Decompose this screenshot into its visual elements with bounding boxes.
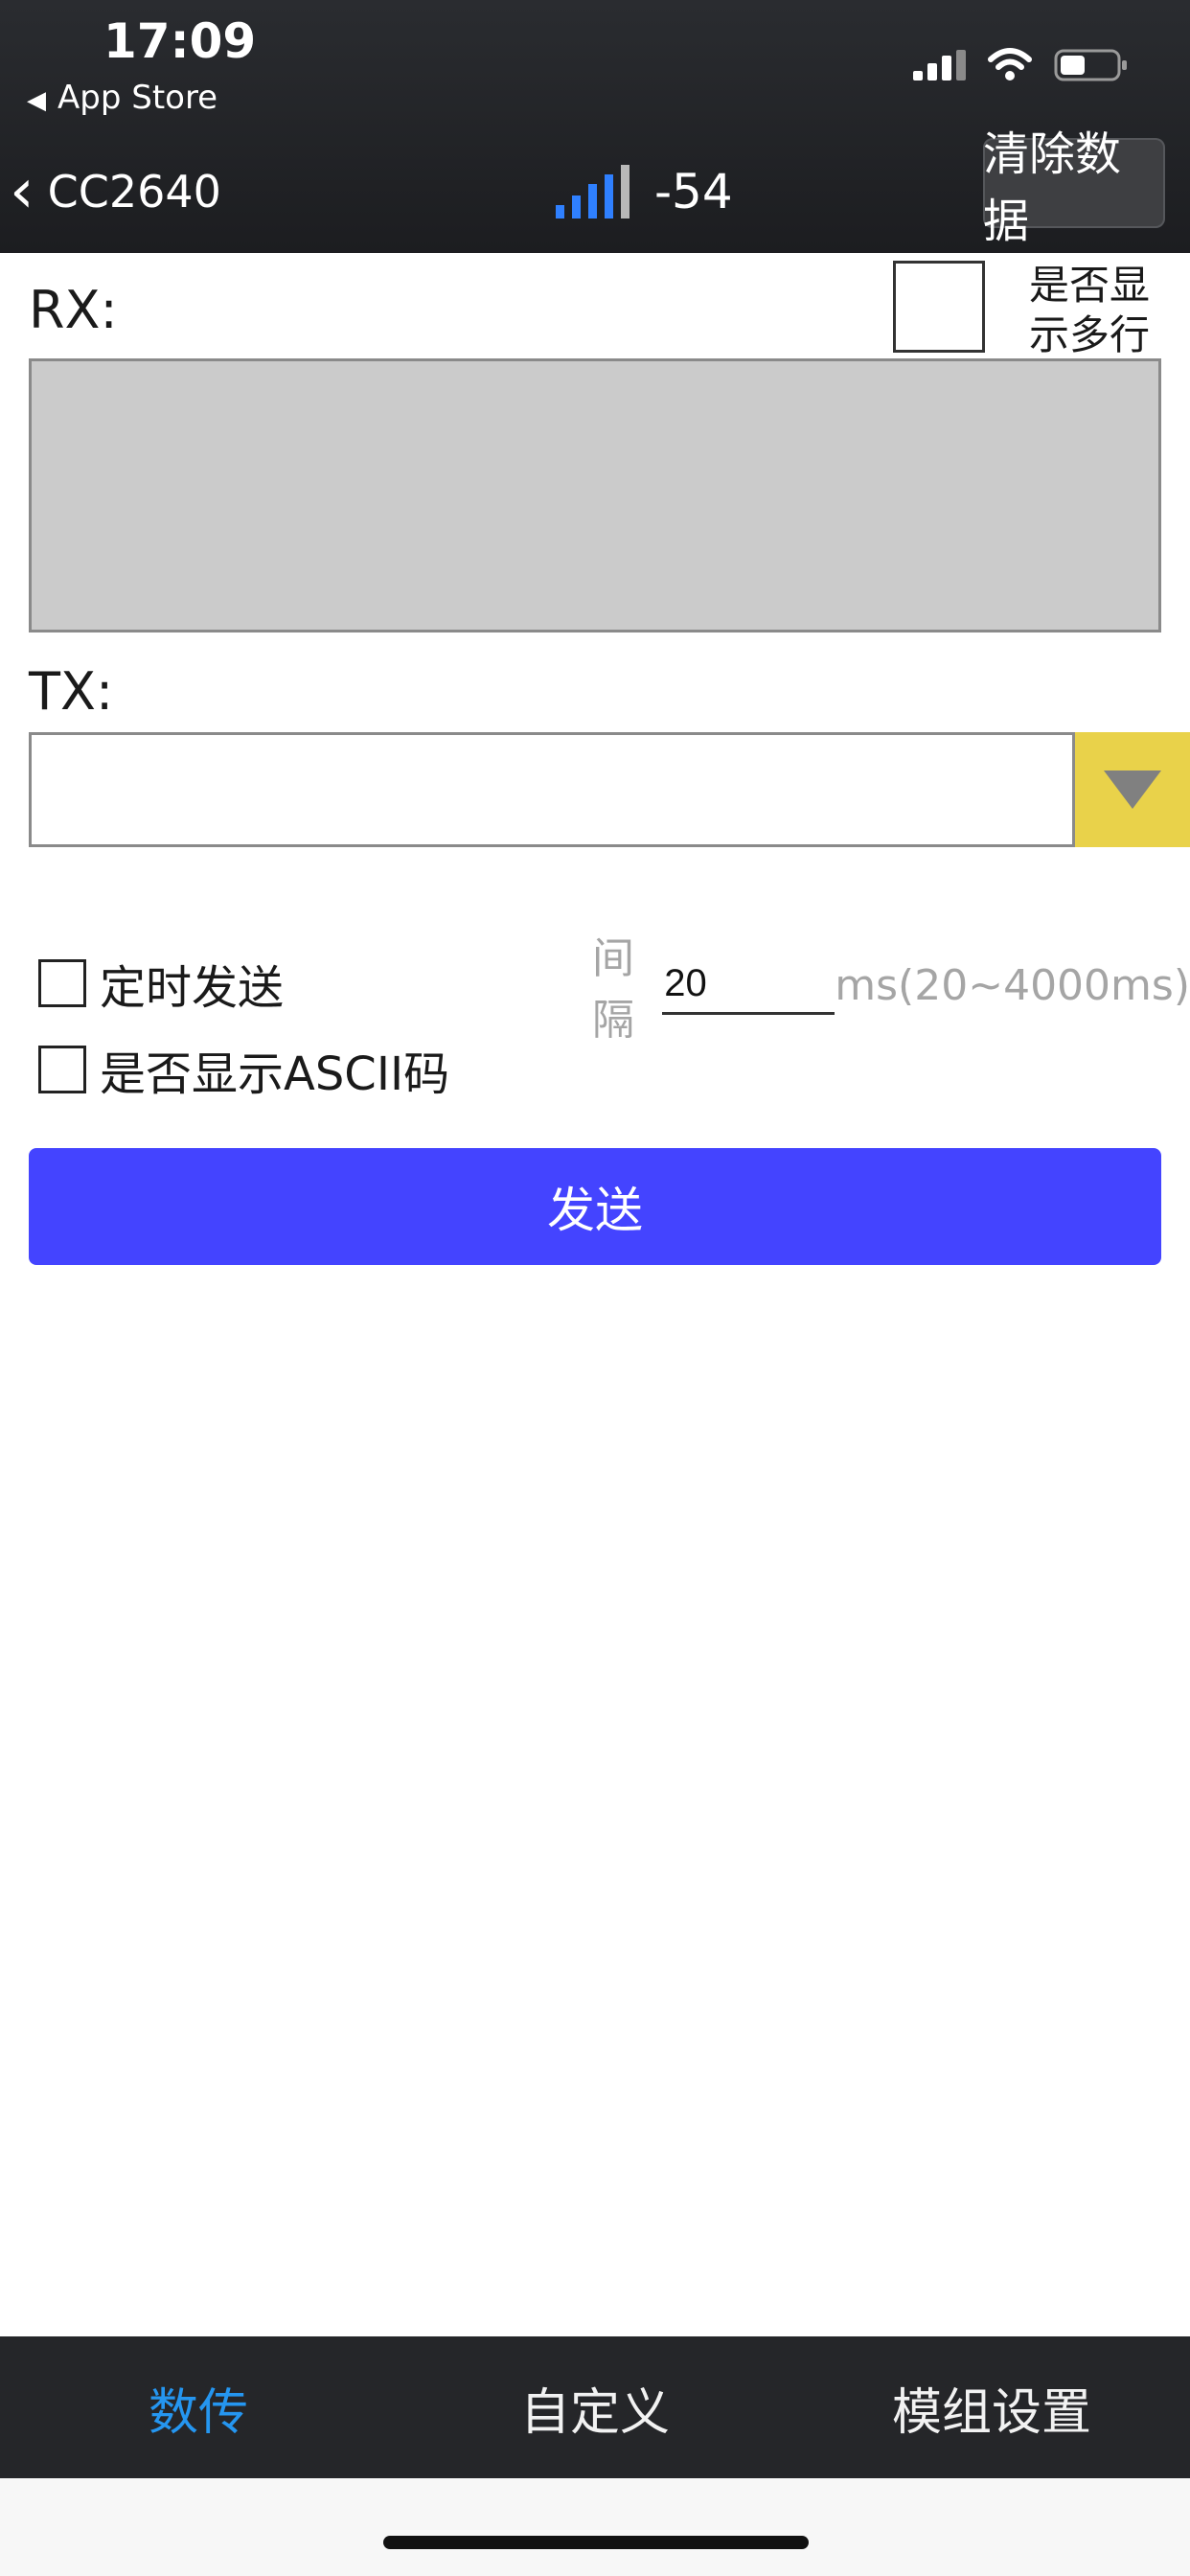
multiline-label-line2: 示多行 bbox=[1029, 311, 1151, 358]
interval-input[interactable] bbox=[662, 955, 835, 1015]
home-indicator-area bbox=[0, 2478, 1190, 2576]
tx-label: TX: bbox=[29, 661, 114, 722]
nav-bar: ‹ CC2640 -54 清除数据 bbox=[0, 127, 1190, 253]
back-button[interactable]: ‹ CC2640 bbox=[10, 155, 221, 228]
home-indicator[interactable] bbox=[383, 2536, 809, 2549]
device-name: CC2640 bbox=[47, 166, 221, 218]
back-to-app-store[interactable]: ◀ App Store bbox=[27, 79, 217, 117]
cellular-signal-icon bbox=[913, 50, 966, 80]
interval-unit: ms(20~4000ms) bbox=[835, 960, 1190, 1010]
tx-history-dropdown[interactable] bbox=[1075, 732, 1190, 847]
battery-icon bbox=[1054, 48, 1129, 82]
ascii-label: 是否显示ASCII码 bbox=[100, 1047, 450, 1101]
multiline-checkbox[interactable] bbox=[893, 261, 985, 353]
timed-send-option[interactable]: 定时发送 bbox=[38, 954, 284, 1015]
chevron-left-icon: ‹ bbox=[10, 156, 34, 227]
rssi-value: -54 bbox=[654, 164, 733, 219]
wifi-icon bbox=[987, 48, 1033, 82]
signal-bars-icon bbox=[556, 165, 629, 218]
back-app-label: App Store bbox=[57, 79, 218, 117]
timed-send-label: 定时发送 bbox=[100, 961, 285, 1015]
tx-input[interactable] bbox=[29, 732, 1075, 847]
triangle-left-icon: ◀ bbox=[27, 86, 46, 115]
tab-module-settings[interactable]: 模组设置 bbox=[793, 2336, 1190, 2478]
ascii-option[interactable]: 是否显示ASCII码 bbox=[38, 1041, 449, 1101]
triangle-down-icon bbox=[1104, 770, 1161, 809]
tab-bar: 数传 自定义 模组设置 bbox=[0, 2336, 1190, 2478]
tab-custom[interactable]: 自定义 bbox=[397, 2336, 793, 2478]
rx-label: RX: bbox=[29, 280, 118, 340]
status-icons bbox=[913, 46, 1129, 84]
clear-data-button[interactable]: 清除数据 bbox=[983, 127, 1165, 248]
multiline-label: 是否显 示多行 bbox=[1029, 261, 1150, 360]
send-button[interactable]: 发送 bbox=[29, 1148, 1161, 1265]
interval-setting: 间隔 ms(20~4000ms) bbox=[592, 934, 1190, 1045]
ascii-checkbox[interactable] bbox=[38, 1046, 86, 1093]
rx-display[interactable] bbox=[29, 358, 1161, 632]
timed-send-checkbox[interactable] bbox=[38, 959, 86, 1007]
rssi-indicator: -54 bbox=[556, 155, 733, 228]
tab-data-transfer[interactable]: 数传 bbox=[0, 2336, 397, 2478]
interval-label: 间隔 bbox=[592, 934, 634, 1045]
multiline-label-line1: 是否显 bbox=[1029, 262, 1151, 309]
status-time: 17:09 bbox=[103, 13, 257, 69]
